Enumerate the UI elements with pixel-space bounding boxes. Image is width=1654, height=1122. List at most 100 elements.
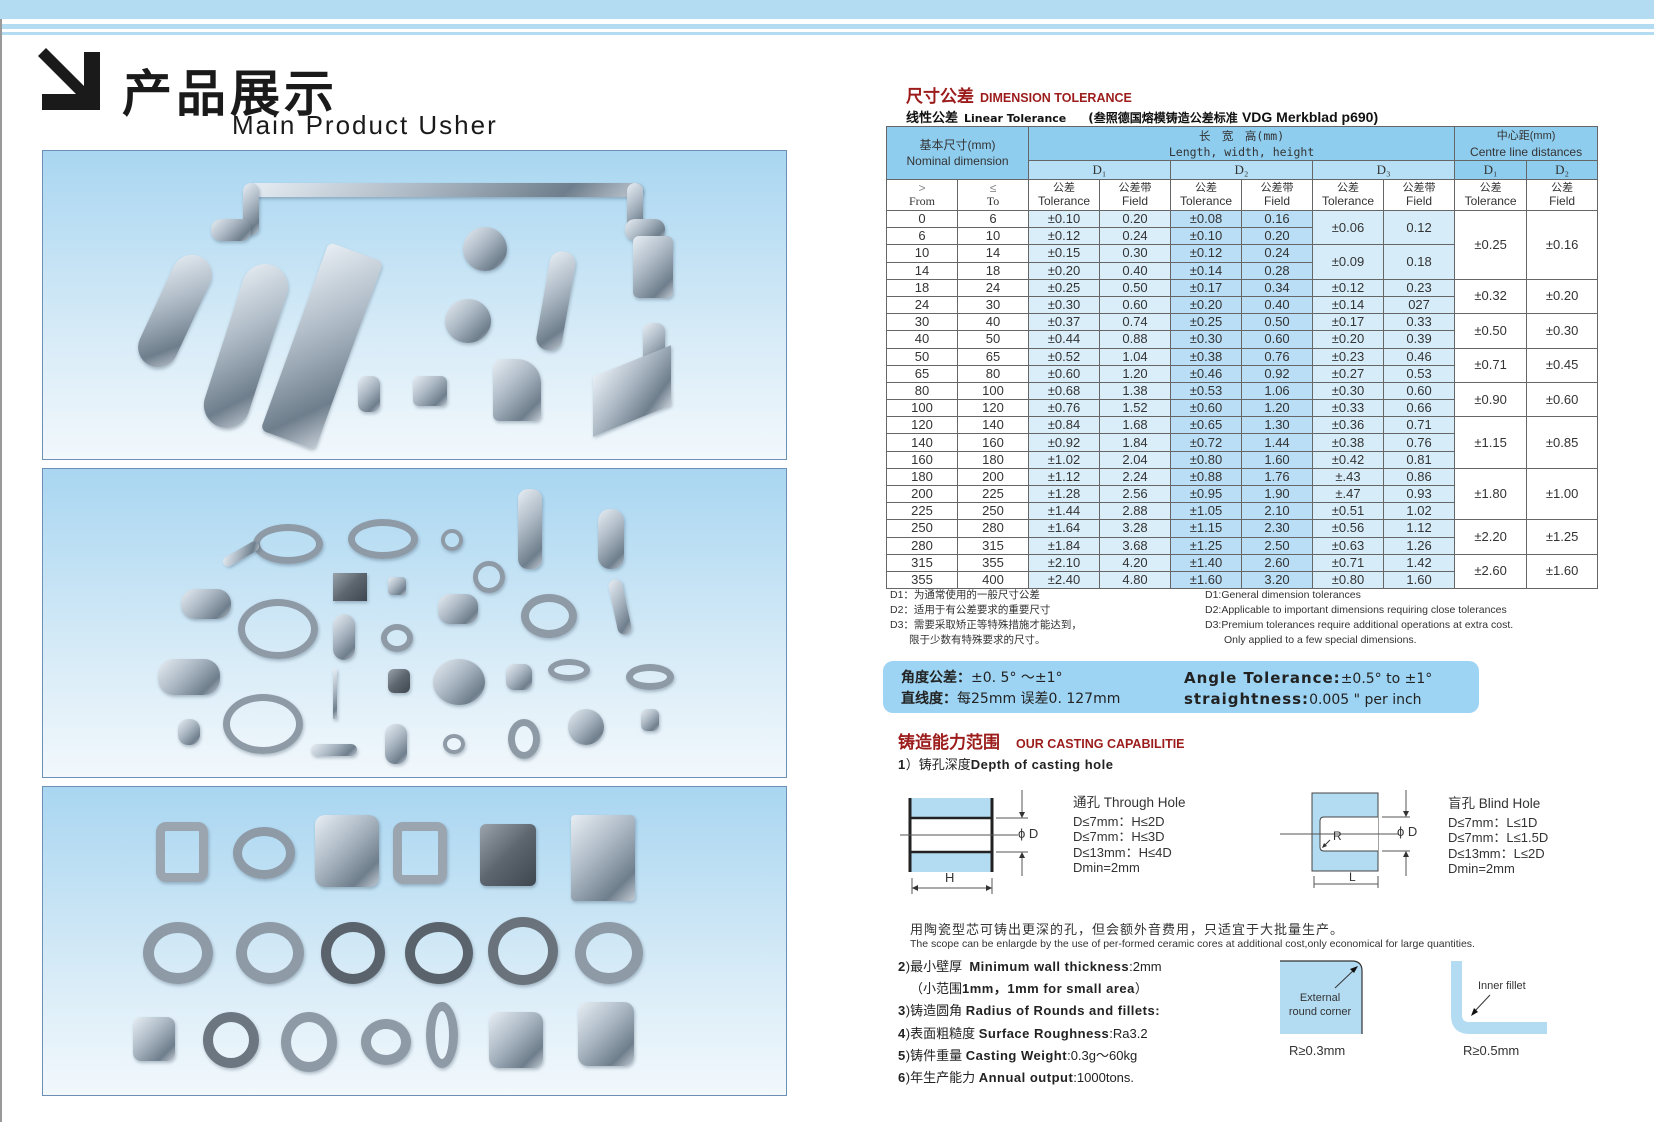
d2-tolerance-cell: ±0.95 — [1170, 484, 1243, 504]
angle-en-label: Angle Tolerance: — [1184, 669, 1341, 687]
d2-field-cell: 0.40 — [1241, 295, 1314, 315]
d2-tolerance-cell: ±0.20 — [1170, 295, 1243, 315]
table-row: 50 65 ±0.52 1.04 ±0.38 0.76 ±0.23 0.46 ±0.71 ±0.4… — [886, 347, 1599, 383]
to-cell: 160 — [956, 433, 1030, 452]
d1-tolerance-cell: ±0.44 — [1028, 330, 1101, 349]
d2-tolerance-cell: ±1.25 — [1170, 536, 1243, 555]
centre-d1-cell: ±0.25 — [1454, 210, 1528, 280]
to-cell: 140 — [956, 416, 1030, 435]
d3-field-cell: 0.33 — [1383, 313, 1456, 332]
d3-tolerance-cell: ±0.36 — [1312, 416, 1385, 435]
d2-field-cell: 1.06 — [1241, 381, 1314, 401]
centre-d1-cell: ±0.50 — [1454, 313, 1528, 349]
d3-field-cell: 0.86 — [1383, 467, 1456, 487]
d3-field-cell: 0.23 — [1383, 278, 1456, 297]
d1-tolerance-cell: ±2.40 — [1028, 570, 1101, 590]
d2-field-cell: 2.10 — [1241, 502, 1314, 521]
from-cell: 180 — [886, 467, 958, 487]
d2-tolerance-cell: ±0.65 — [1170, 416, 1243, 435]
from-cell: 280 — [886, 536, 958, 555]
ceramic-core-note: 用陶瓷型芯可铸出更深的孔，但会额外音费用，只适宜于大批量生产。 The scop… — [910, 922, 1475, 950]
d2-field-cell: 0.24 — [1241, 244, 1314, 263]
d1-field-cell: 1.52 — [1099, 399, 1172, 418]
to-cell: 225 — [956, 484, 1030, 504]
d3-tolerance-cell: ±0.56 — [1312, 519, 1385, 538]
d2-field-cell: 0.60 — [1241, 330, 1314, 349]
arrow-down-right-icon — [38, 48, 100, 110]
from-cell: 0 — [886, 209, 958, 229]
from-cell: 120 — [886, 416, 958, 435]
from-cell: 315 — [886, 553, 958, 572]
d3-field-cell: 1.60 — [1383, 570, 1456, 590]
d2-tolerance-cell: ±0.38 — [1170, 347, 1243, 366]
d3-field-header: 公差带 Field — [1383, 179, 1456, 211]
table-row: 80 100 ±0.68 1.38 ±0.53 1.06 ±0.30 0.60 ±0.90 ±0.… — [886, 381, 1599, 418]
d3-field-cell: 0.76 — [1383, 433, 1456, 452]
d2-tolerance-cell: ±0.80 — [1170, 450, 1243, 469]
angle-tolerance-box: 角度公差：±0. 5° ～±1° Angle Tolerance:±0.5° t… — [883, 661, 1479, 713]
d2-field-cell: 0.50 — [1241, 313, 1314, 332]
d3-tolerance-cell: ±0.33 — [1312, 399, 1385, 418]
d3-tolerance-cell: ±0.71 — [1312, 553, 1385, 572]
to-cell: 6 — [956, 209, 1030, 229]
d3-field-cell: 1.26 — [1383, 536, 1456, 555]
d1-tolerance-cell: ±0.76 — [1028, 399, 1101, 418]
to-cell: 250 — [956, 502, 1030, 521]
centre-field-header: 公差 Field — [1526, 179, 1599, 211]
d1-field-cell: 4.20 — [1099, 553, 1172, 572]
to-cell: 10 — [956, 227, 1030, 246]
from-cell: 140 — [886, 433, 958, 452]
d2-tolerance-cell: ±0.30 — [1170, 330, 1243, 349]
centre-d1-cell: ±0.32 — [1454, 278, 1528, 315]
d3-tolerance-cell: ±.47 — [1312, 484, 1385, 504]
d1-field-cell: 2.24 — [1099, 467, 1172, 487]
d1-field-cell: 0.88 — [1099, 330, 1172, 349]
d1-tolerance-cell: ±1.84 — [1028, 536, 1101, 555]
from-cell: 160 — [886, 450, 958, 469]
d2-tolerance-cell: ±0.72 — [1170, 433, 1243, 452]
d1-tolerance-cell: ±1.64 — [1028, 519, 1101, 538]
page-edge — [0, 19, 2, 1122]
d3-field-cell: 1.42 — [1383, 553, 1456, 572]
d1-tolerance-cell: ±0.10 — [1028, 209, 1101, 229]
table-row: 120 140 ±0.84 1.68 ±0.65 1.30 ±0.36 0.71 ±1.15 ±0… — [886, 416, 1599, 469]
d2-field-cell: 0.34 — [1241, 278, 1314, 297]
d1-tolerance-cell: ±0.20 — [1028, 261, 1101, 280]
notes-cn: D1：为通常使用的一般尺寸公差 D2：适用于有公差要求的重要尺寸 D3：需要采取… — [890, 589, 1082, 646]
from-cell: 24 — [886, 295, 958, 315]
to-cell: 200 — [956, 467, 1030, 487]
d2-field-cell: 0.76 — [1241, 347, 1314, 366]
d2-field-cell: 0.92 — [1241, 364, 1314, 383]
centre-d1-cell: ±1.80 — [1454, 467, 1528, 521]
centre-d2-cell: ±1.00 — [1526, 467, 1599, 521]
centre-d1-cell: ±2.60 — [1454, 553, 1528, 590]
d1-field-cell: 0.60 — [1099, 295, 1172, 315]
d2-tolerance-cell: ±0.53 — [1170, 381, 1243, 401]
d1-field-cell: 0.20 — [1099, 209, 1172, 229]
from-cell: 6 — [886, 227, 958, 246]
d3-tolerance-cell: ±0.63 — [1312, 536, 1385, 555]
inner-fillet-value: R≥0.5mm — [1463, 1043, 1520, 1058]
d3-field-cell: 0.81 — [1383, 450, 1456, 469]
centre-d2-cell: ±1.60 — [1526, 553, 1599, 590]
capability-item-2b: （小范围1mm，1mm for small area） — [910, 981, 1148, 996]
from-cell: 250 — [886, 519, 958, 538]
d2-header: D₂ — [1170, 160, 1314, 180]
top-decorative-line — [0, 24, 1654, 29]
through-hole-spec: 通孔 Through Hole D≤7mm：H≤2D D≤7mm：H≤3D D≤… — [1073, 795, 1186, 875]
dimension-tolerance-table: 基本尺寸(mm) Nominal dimension 长 宽 高(mm) Lengt… — [885, 126, 1599, 590]
centre-d2-cell: ±0.30 — [1526, 313, 1599, 349]
from-cell: 65 — [886, 364, 958, 383]
nominal-dimension-header: 基本尺寸(mm) Nominal dimension — [885, 126, 1030, 180]
from-cell: 225 — [886, 502, 958, 521]
centre-d2-cell: ±0.45 — [1526, 347, 1599, 383]
d1-tolerance-cell: ±1.44 — [1028, 502, 1101, 521]
from-cell: 200 — [886, 484, 958, 504]
d1-tolerance-header: 公差 Tolerance — [1028, 179, 1101, 211]
notes-en: D1:General dimension tolerances D2:Appli… — [1205, 589, 1514, 646]
product-photo-hardware — [42, 150, 787, 460]
d3-tolerance-cell: ±0.23 — [1312, 347, 1385, 366]
centre-d2-cell: ±1.25 — [1526, 519, 1599, 555]
angle-en-value: ±0.5° to ±1° — [1340, 671, 1433, 687]
d3-tolerance-cell: ±0.42 — [1312, 450, 1385, 469]
